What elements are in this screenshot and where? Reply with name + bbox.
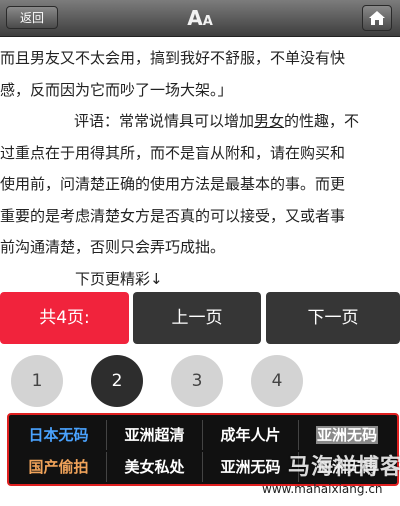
article-line: 评语：常常说情具可以增加男女的性趣，不 [0,106,400,138]
ad-link-label: 亚洲无码 [315,426,378,444]
prev-page-button[interactable]: 上一页 [133,292,261,344]
ad-link[interactable]: 美女私处 [107,452,203,482]
ad-link[interactable]: 亚洲超清 [107,420,203,450]
watermark-text: 马海祥博客 [288,455,400,480]
next-page-hint[interactable]: 下页更精彩↓ [0,264,400,296]
pager: 共4页: 上一页 下一页 [0,292,400,344]
next-page-button[interactable]: 下一页 [266,292,400,344]
font-size-icon[interactable]: AA [187,6,213,34]
home-icon [369,11,385,25]
home-button[interactable] [362,5,392,31]
article-body: 而且男友又不太会用，搞到我好不舒服，不单没有快 感，反而因为它而吵了一场大架。」… [0,43,400,295]
page-number-1[interactable]: 1 [11,355,63,407]
ad-link[interactable]: 亚洲无码 [203,452,299,482]
article-line: 感，反而因为它而吵了一场大架。」 [0,80,233,99]
article-line: 过重点在于用得其所，而不是盲从附和，请在购买和 [0,143,346,162]
ad-link[interactable]: 成年人片 [203,420,299,450]
top-toolbar: 返回 AA [0,0,400,37]
page-number-3[interactable]: 3 [171,355,223,407]
article-line: 而且男友又不太会用，搞到我好不舒服，不单没有快 [0,49,346,67]
back-button[interactable]: 返回 [6,6,58,29]
article-text: 评语：常常说情具可以增加 [74,112,255,130]
ad-link[interactable]: 国产偷拍 [11,452,107,482]
ad-link[interactable]: 亚洲无码 [299,420,395,450]
page-count-label: 共4页: [0,292,129,344]
ad-link[interactable]: 日本无码 [11,420,107,450]
page-number-4[interactable]: 4 [251,355,303,407]
article-link[interactable]: 男女 [254,112,284,130]
article-line: 重要的是考虑清楚女方是否真的可以接受，又或者事 [0,206,346,225]
article-text: 的性趣，不 [284,112,360,130]
article-line: 使用前，问清楚正确的使用方法是最基本的事。而更 [0,175,346,193]
watermark-url: www.mahaixiang.cn [262,482,383,496]
article-line: 前沟通清楚，否则只会弄巧成拙。 [0,238,226,256]
page-number-2[interactable]: 2 [91,355,143,407]
